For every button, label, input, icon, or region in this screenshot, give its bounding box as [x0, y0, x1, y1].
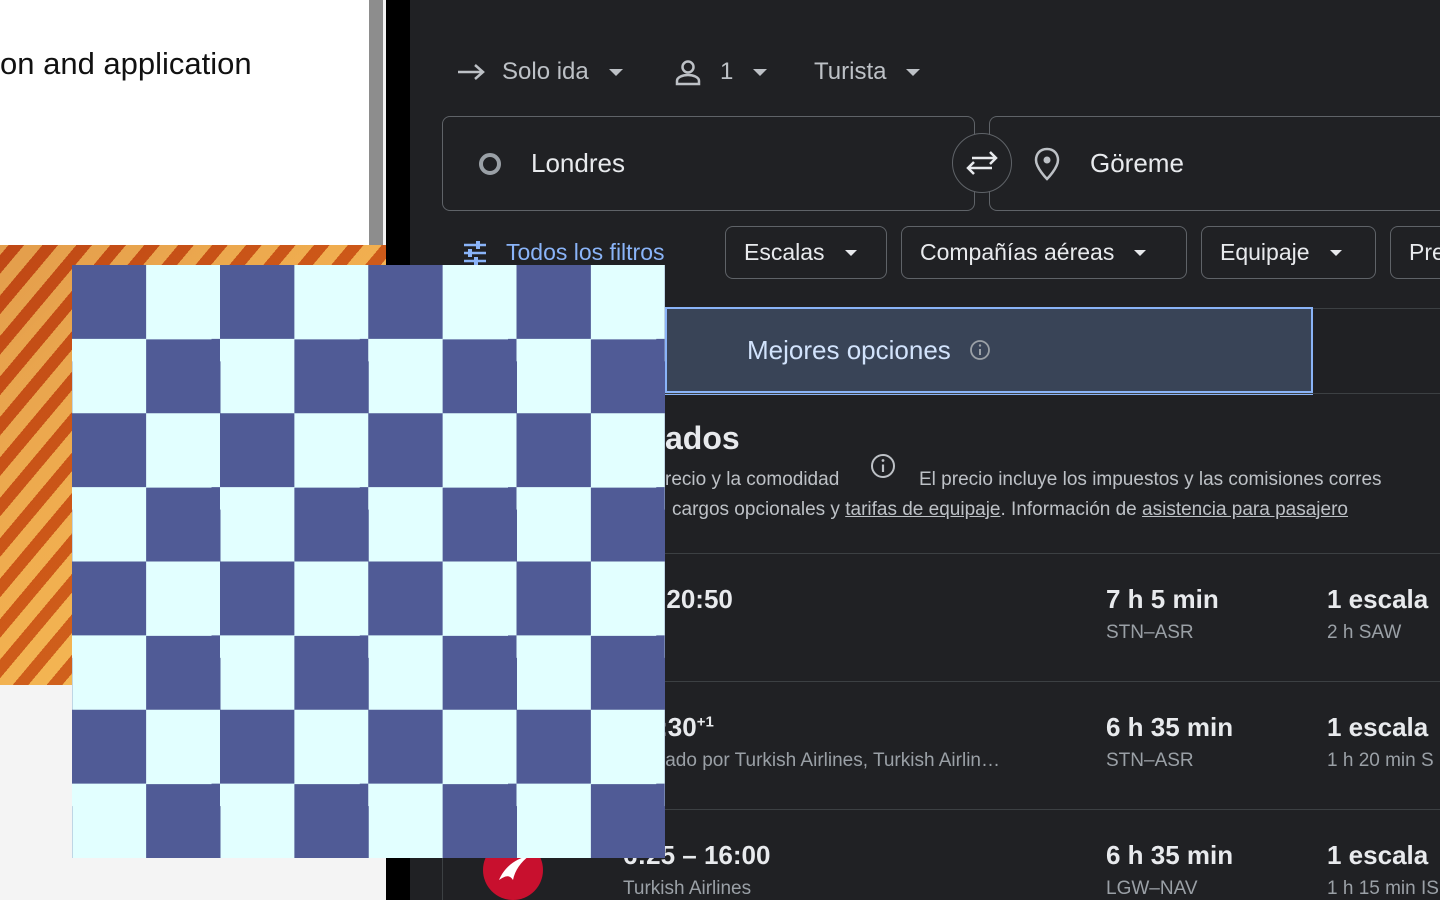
- arrow-right-icon: [458, 64, 485, 80]
- notes-text: . Información de: [1000, 499, 1143, 520]
- swap-button[interactable]: [952, 133, 1012, 193]
- flight-route: LGW–NAV: [1106, 878, 1198, 899]
- results-title: ados: [665, 420, 740, 456]
- filter-chip-label: Equipaje: [1220, 239, 1310, 265]
- notes-text: cargos opcionales y: [672, 499, 846, 520]
- flight-duration: 7 h 5 min: [1106, 584, 1219, 614]
- filter-chip-stops[interactable]: Escalas: [725, 226, 887, 279]
- origin-value: Londres: [531, 148, 625, 178]
- tab-best-options-label: Mejores opciones: [747, 334, 951, 365]
- circle-icon: [479, 152, 501, 175]
- flight-duration: 6 h 35 min: [1106, 840, 1234, 870]
- flight-stops: 1 escala: [1327, 584, 1429, 614]
- chevron-down-icon: [906, 68, 921, 76]
- flight-airline: Operado por Turkish Airlines, Turkish Ai…: [623, 750, 1000, 771]
- trip-type-select[interactable]: Solo ida: [456, 52, 623, 92]
- baggage-fees-link[interactable]: tarifas de equipaje: [845, 499, 1000, 520]
- passengers-select[interactable]: 1: [674, 52, 768, 92]
- results-notes-line: cargos opcionales y tarifas de equipaje.…: [672, 499, 1348, 521]
- destination-value: Göreme: [1090, 148, 1184, 178]
- arrival-day-offset: +1: [696, 713, 714, 731]
- flight-stop-info: 1 h 20 min S: [1327, 750, 1434, 771]
- passengers-count: 1: [720, 58, 734, 85]
- chevron-down-icon: [753, 68, 768, 76]
- chevron-down-icon: [844, 249, 857, 256]
- chevron-down-icon: [608, 68, 623, 76]
- left-scrollbar[interactable]: [369, 0, 383, 245]
- flight-stops: 1 escala: [1327, 712, 1429, 742]
- tune-icon: [464, 240, 486, 265]
- filter-chip-price[interactable]: Pre: [1390, 226, 1440, 279]
- flight-route: STN–ASR: [1106, 750, 1194, 771]
- cabin-class-label: Turista: [814, 58, 887, 85]
- filter-chip-label: Compañías aéreas: [920, 239, 1115, 265]
- results-subtitle: recio y la comodidad: [665, 469, 840, 490]
- chevron-down-icon: [1329, 249, 1342, 256]
- flight-duration: 6 h 35 min: [1106, 712, 1234, 742]
- destination-field[interactable]: Göreme: [989, 116, 1440, 211]
- filter-chip-baggage[interactable]: Equipaje: [1201, 226, 1376, 279]
- swap-arrows-icon: [966, 151, 998, 175]
- chevron-down-icon: [1134, 249, 1147, 256]
- info-icon[interactable]: [870, 453, 896, 479]
- origin-field[interactable]: Londres: [442, 116, 975, 211]
- tab-best-options[interactable]: Mejores opciones: [665, 307, 1313, 395]
- filter-chip-label: Escalas: [744, 239, 825, 265]
- cabin-class-select[interactable]: Turista: [814, 52, 921, 92]
- flight-stops: 1 escala: [1327, 840, 1429, 870]
- location-pin-icon: [1034, 147, 1060, 181]
- flight-route: STN–ASR: [1106, 622, 1194, 643]
- filter-chip-airlines[interactable]: Compañías aéreas: [901, 226, 1187, 279]
- left-heading: on and application: [0, 46, 252, 81]
- checkerboard-overlay: [72, 265, 665, 858]
- flight-airline: Turkish Airlines: [623, 878, 752, 899]
- filter-chip-label: Pre: [1409, 239, 1440, 265]
- trip-type-label: Solo ida: [502, 58, 589, 85]
- left-document-area: on and application: [0, 0, 369, 245]
- info-icon[interactable]: [969, 339, 991, 361]
- person-icon: [675, 60, 701, 86]
- price-note: El precio incluye los impuestos y las co…: [919, 469, 1382, 490]
- flight-stop-info: 2 h SAW: [1327, 622, 1402, 643]
- passenger-assistance-link[interactable]: asistencia para pasajero: [1142, 499, 1348, 520]
- all-filters-label: Todos los filtros: [506, 239, 665, 265]
- flight-stop-info: 1 h 15 min IS: [1327, 878, 1439, 899]
